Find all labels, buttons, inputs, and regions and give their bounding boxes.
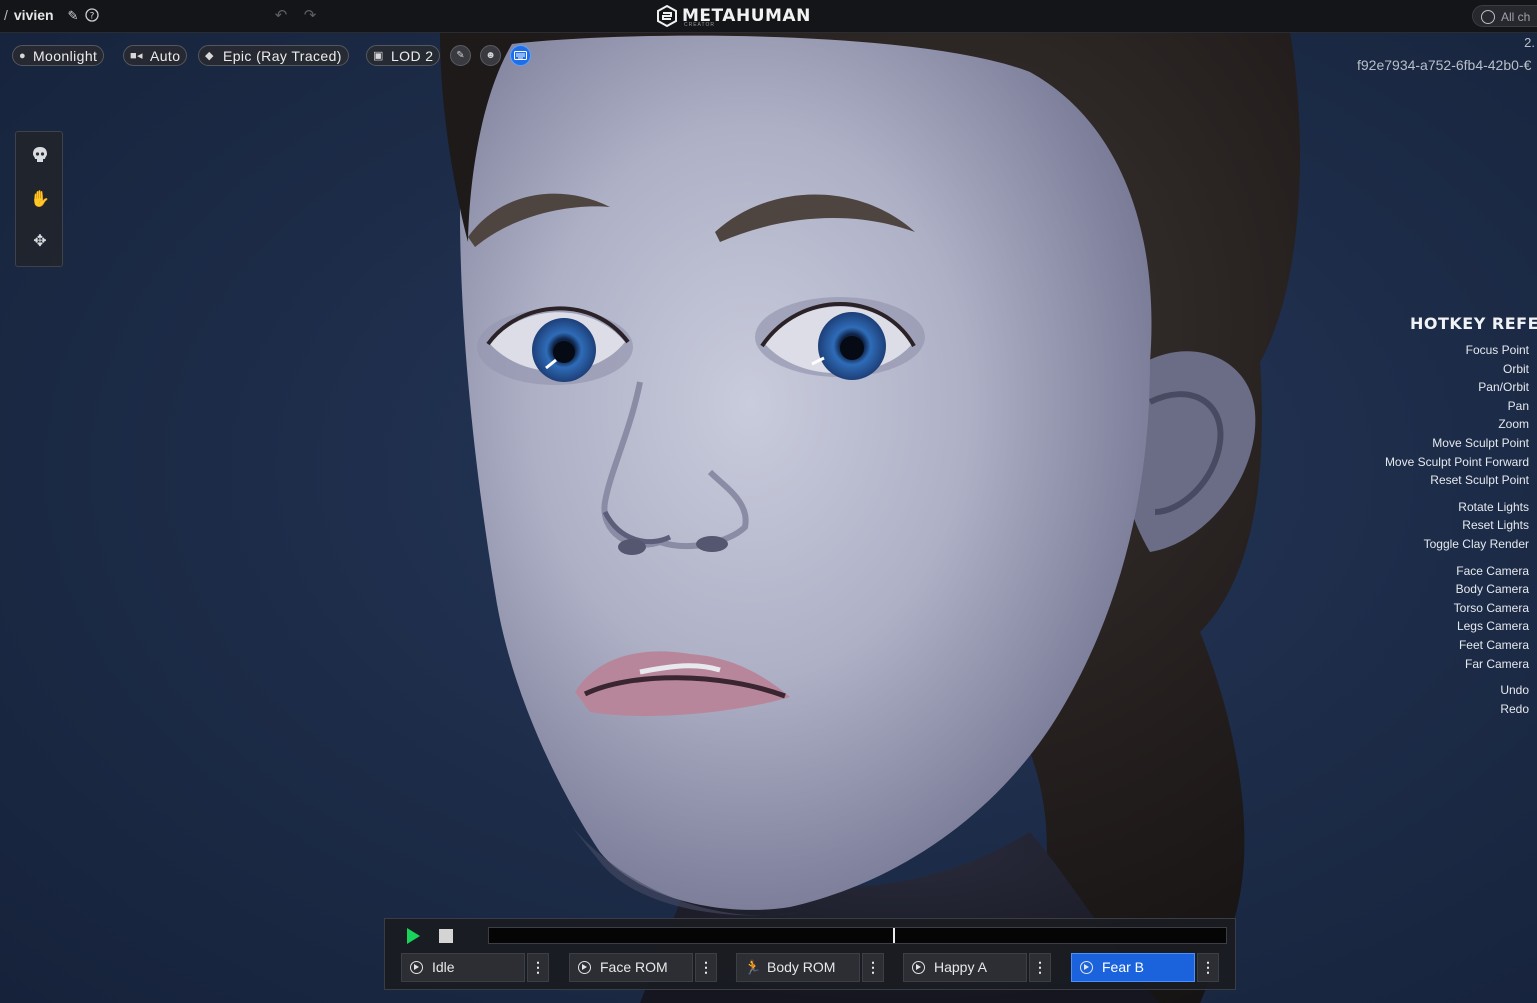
viewport-tool-panel: ✋ ✥ [15, 131, 63, 267]
breadcrumb-separator: / [4, 7, 8, 23]
hotkey-item: Legs Camera [1456, 619, 1529, 634]
lod-dropdown[interactable]: ▣ LOD 2 [366, 45, 441, 66]
play-icon[interactable] [407, 928, 420, 944]
metahuman-logo-icon [657, 5, 677, 27]
hotkey-reference-panel: HOTKEY REFE Focus Point Orbit Pan/Orbit … [1385, 314, 1537, 718]
version-label: 2. [1524, 35, 1535, 50]
play-circle-icon [410, 961, 423, 974]
hotkey-item: Move Sculpt Point Forward [1384, 454, 1529, 469]
metahuman-face-render [440, 32, 1300, 1003]
title-bar: / vivien ✎ ? ↶ ↷ METAHUMAN CREATOR All ch [0, 0, 1537, 33]
timeline-playhead[interactable] [893, 928, 895, 943]
camera-dropdown[interactable]: ■◂ Auto [123, 45, 188, 66]
clip-menu-button[interactable]: ⋮ [1197, 953, 1219, 982]
clip-label: Face ROM [600, 959, 668, 975]
quality-label: Epic (Ray Traced) [223, 48, 342, 64]
hotkey-reference-title: HOTKEY REFE [1410, 314, 1537, 333]
head-icon[interactable]: ☻ [480, 45, 501, 66]
clip-label: Body ROM [767, 959, 836, 975]
clip-label: Happy A [934, 959, 987, 975]
animation-clip-idle[interactable]: Idle ⋮ [401, 953, 549, 982]
clip-button[interactable]: Face ROM [569, 953, 693, 982]
move-icon[interactable]: ✥ [29, 231, 51, 253]
hotkey-item: Move Sculpt Point [1432, 435, 1529, 450]
clip-label: Fear B [1102, 959, 1145, 975]
hotkey-item: Orbit [1502, 361, 1529, 376]
keyboard-icon[interactable] [510, 45, 531, 66]
hotkey-group-cameras: Face Camera Body Camera Torso Camera Leg… [1385, 562, 1529, 674]
lighting-dropdown[interactable]: ● Moonlight [12, 45, 105, 66]
hotkey-group-navigation: Focus Point Orbit Pan/Orbit Pan Zoom Mov… [1385, 341, 1529, 490]
hotkey-item: Zoom [1498, 417, 1529, 432]
clip-menu-button[interactable]: ⋮ [1029, 953, 1051, 982]
clip-button[interactable]: Fear B [1071, 953, 1195, 982]
running-icon: 🏃 [744, 959, 762, 975]
check-circle-icon [1481, 10, 1495, 24]
clip-button[interactable]: Happy A [903, 953, 1027, 982]
hotkey-item: Rotate Lights [1458, 499, 1529, 514]
camera-label: Auto [150, 48, 181, 64]
hotkey-item: Toggle Clay Render [1423, 536, 1529, 551]
clip-button[interactable]: Idle [401, 953, 525, 982]
project-name[interactable]: vivien [14, 7, 54, 23]
lighting-label: Moonlight [33, 48, 98, 64]
play-circle-icon [578, 961, 591, 974]
camera-icon: ■◂ [130, 50, 143, 62]
play-circle-icon [912, 961, 925, 974]
clip-menu-button[interactable]: ⋮ [862, 953, 884, 982]
hotkey-item: Pan/Orbit [1478, 380, 1529, 395]
all-changes-saved-status[interactable]: All ch [1472, 5, 1537, 27]
animation-clip-body-rom[interactable]: 🏃 Body ROM ⋮ [736, 953, 884, 982]
hotkey-group-lights: Rotate Lights Reset Lights Toggle Clay R… [1385, 498, 1529, 554]
clip-menu-button[interactable]: ⋮ [695, 953, 717, 982]
status-label: All ch [1501, 10, 1531, 24]
clip-button[interactable]: 🏃 Body ROM [736, 953, 860, 982]
pencil-icon[interactable]: ✎ [65, 8, 81, 24]
animation-clip-happy-a[interactable]: Happy A ⋮ [903, 953, 1051, 982]
hotkey-item: Body Camera [1455, 582, 1529, 597]
clip-menu-button[interactable]: ⋮ [527, 953, 549, 982]
hotkey-item: Focus Point [1465, 343, 1529, 357]
hand-icon[interactable]: ✋ [29, 189, 51, 211]
brush-icon[interactable]: ✎ [450, 45, 471, 66]
3d-viewport[interactable] [0, 32, 1537, 1003]
metahuman-logo: METAHUMAN CREATOR [656, 4, 811, 28]
hotkey-group-history: Undo Redo [1385, 681, 1529, 718]
diamond-icon: ◆ [205, 50, 214, 62]
lod-label: LOD 2 [391, 48, 434, 64]
play-circle-icon [1080, 961, 1093, 974]
hotkey-item: Far Camera [1464, 656, 1529, 671]
hotkey-item: Redo [1500, 701, 1529, 716]
redo-icon[interactable]: ↷ [302, 8, 318, 24]
render-quality-dropdown[interactable]: ◆ Epic (Ray Traced) [198, 45, 349, 66]
skull-icon[interactable] [29, 146, 51, 168]
hotkey-item: Undo [1500, 683, 1529, 698]
hotkey-item: Torso Camera [1453, 600, 1529, 615]
breadcrumb: / vivien [4, 7, 54, 23]
hotkey-item: Reset Sculpt Point [1430, 473, 1529, 488]
undo-icon[interactable]: ↶ [273, 8, 289, 24]
character-guid: f92e7934-a752-6fb4-42b0-€ [1357, 57, 1532, 73]
help-icon[interactable]: ? [84, 8, 100, 24]
animation-player: Idle ⋮ Face ROM ⋮ 🏃 Body ROM ⋮ Happy A ⋮ … [384, 918, 1236, 990]
svg-text:?: ? [90, 12, 95, 22]
clip-label: Idle [432, 959, 455, 975]
lightbulb-icon: ● [19, 50, 27, 62]
animation-clip-face-rom[interactable]: Face ROM ⋮ [569, 953, 717, 982]
hotkey-item: Reset Lights [1462, 518, 1529, 533]
animation-timeline[interactable] [488, 927, 1227, 944]
animation-clip-fear-b[interactable]: Fear B ⋮ [1071, 953, 1219, 982]
logo-subtext: CREATOR [684, 22, 715, 28]
hotkey-item: Feet Camera [1458, 637, 1529, 652]
hotkey-item: Face Camera [1456, 563, 1529, 578]
cube-icon: ▣ [373, 50, 384, 62]
stop-icon[interactable] [439, 929, 453, 943]
hotkey-item: Pan [1507, 398, 1529, 413]
